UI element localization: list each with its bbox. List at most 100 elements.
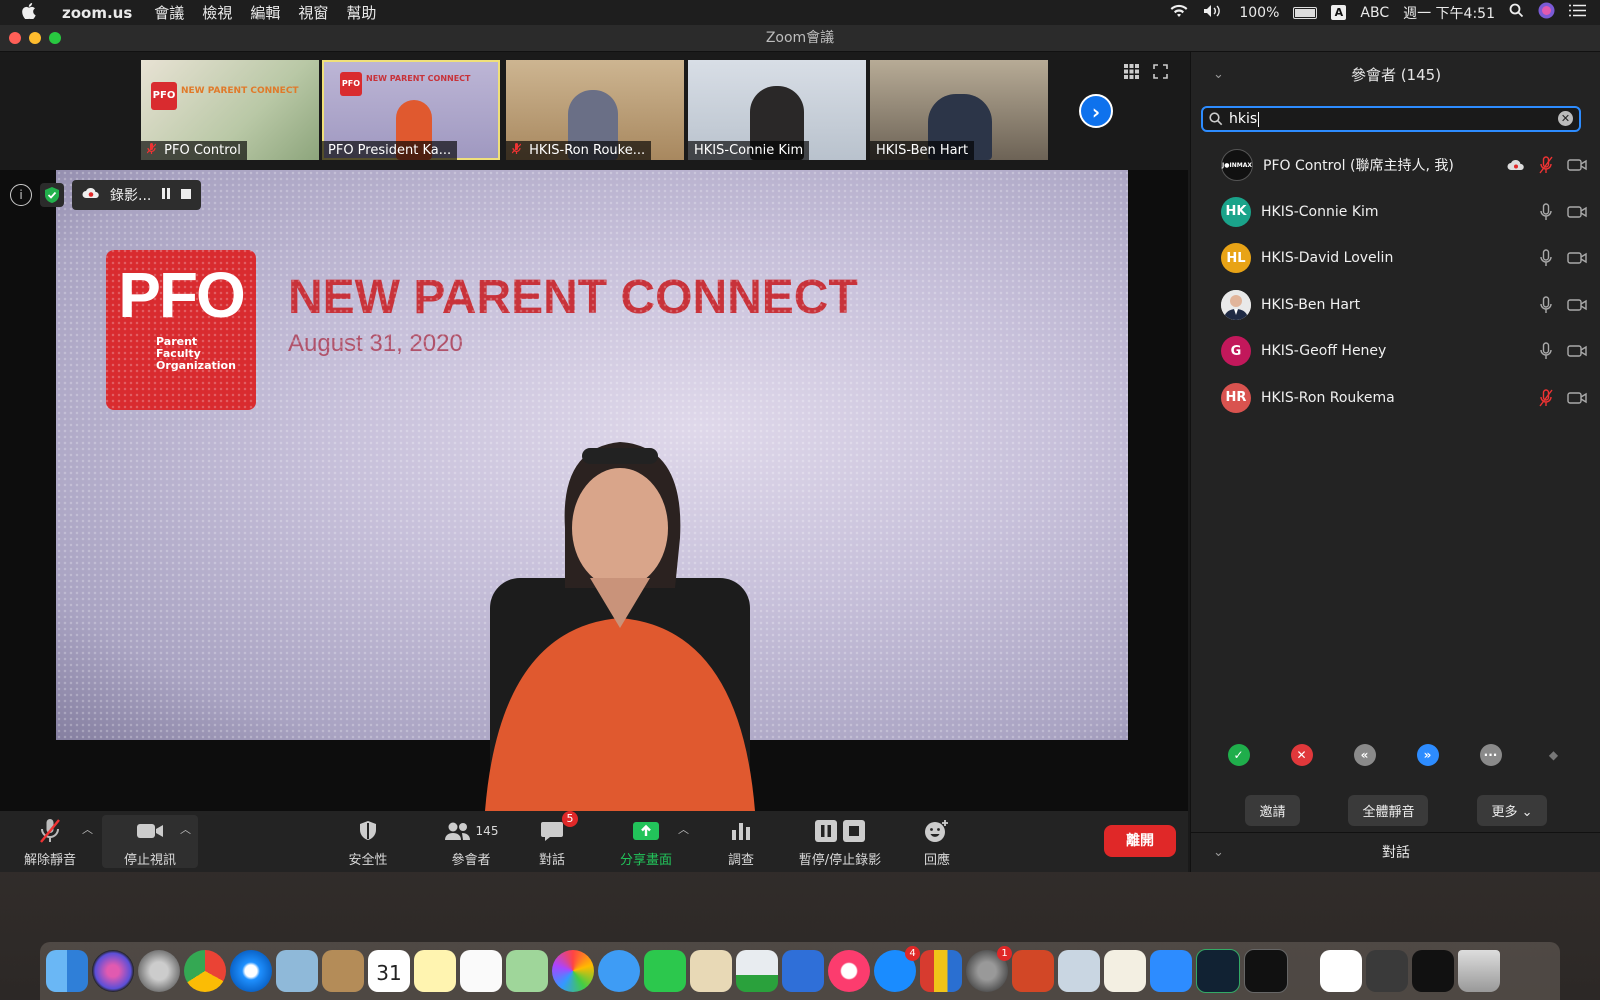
menu-view[interactable]: 檢視 [202, 2, 232, 23]
security-button[interactable]: 安全性 [340, 815, 396, 868]
participant-row[interactable]: J●INMAX PFO Control (聯席主持人, 我) [1191, 142, 1600, 189]
powerpoint-icon[interactable] [1012, 950, 1054, 992]
input-source-icon[interactable]: A [1331, 5, 1347, 20]
pause-stop-recording-button[interactable]: 暫停/停止錄影 [796, 815, 884, 868]
battery-icon[interactable] [1293, 6, 1318, 19]
thumbnail-pfo-president[interactable]: PFO NEW PARENT CONNECT PFO President Ka.… [322, 60, 500, 160]
clear-feedback-eraser-icon[interactable]: ◆ [1543, 744, 1565, 766]
spotlight-icon[interactable] [1509, 3, 1524, 22]
leave-meeting-button[interactable]: 離開 [1104, 825, 1176, 857]
more-button[interactable]: 更多 ⌄ [1477, 794, 1547, 826]
trash-icon[interactable] [1458, 950, 1500, 992]
menu-app-name[interactable]: zoom.us [62, 4, 132, 22]
input-source-label[interactable]: ABC [1360, 5, 1389, 21]
preview-icon[interactable] [1058, 950, 1100, 992]
wifi-icon[interactable] [1169, 4, 1189, 22]
video-options-chevron-icon[interactable]: ︿ [180, 821, 191, 837]
contacts-book-icon[interactable] [322, 950, 364, 992]
participant-search-input[interactable]: hkis ✕ [1201, 106, 1581, 132]
photos-flower-icon[interactable] [552, 950, 594, 992]
maps-icon[interactable] [506, 950, 548, 992]
chat-panel-header[interactable]: ⌄ 對話 [1191, 832, 1600, 873]
stack-folder-icon[interactable] [1366, 950, 1408, 992]
app-store-icon[interactable]: 4 [874, 946, 920, 992]
participant-row[interactable]: HKIS-Ben Hart [1191, 282, 1600, 329]
zoom-window-button[interactable] [49, 32, 61, 44]
pause-recording-icon[interactable] [161, 187, 171, 203]
video-camera-icon [1567, 159, 1587, 171]
finder-icon[interactable] [46, 950, 88, 992]
thumbnail-pfo-control[interactable]: PFO NEW PARENT CONNECT PFO Control [141, 60, 319, 160]
participant-row[interactable]: HR HKIS-Ron Roukema [1191, 375, 1600, 422]
participants-button[interactable]: 145 參會者 [436, 815, 506, 868]
reactions-button[interactable]: 回應 [922, 815, 952, 868]
menu-help[interactable]: 幫助 [346, 2, 376, 23]
calendar-icon[interactable]: 31 [368, 950, 410, 992]
stop-recording-icon[interactable] [181, 187, 192, 203]
textedit-icon[interactable] [690, 950, 732, 992]
numbers-chart-icon[interactable] [736, 950, 778, 992]
go-faster-icon[interactable]: » [1416, 744, 1439, 766]
recording-indicator: 錄影... [72, 180, 202, 210]
shield-icon [360, 821, 376, 840]
thumbnail-ben-hart[interactable]: HKIS-Ben Hart [870, 60, 1048, 160]
apple-menu-icon[interactable] [22, 2, 48, 23]
chrome-icon[interactable] [184, 950, 226, 992]
messages-bubble-icon[interactable] [598, 950, 640, 992]
share-screen-button[interactable]: 分享畫面 [618, 815, 674, 868]
launchpad-rocket-icon[interactable] [138, 950, 180, 992]
terminal-icon[interactable] [1244, 949, 1288, 993]
siri-icon[interactable] [92, 950, 134, 992]
thumbnail-connie-kim[interactable]: HKIS-Connie Kim [688, 60, 866, 160]
menu-edit[interactable]: 編輯 [250, 2, 280, 23]
fullscreen-icon[interactable] [1153, 64, 1168, 83]
minimize-window-button[interactable] [29, 32, 41, 44]
next-page-button[interactable]: › [1079, 94, 1113, 128]
document-icon[interactable] [1104, 950, 1146, 992]
clear-search-icon[interactable]: ✕ [1558, 111, 1573, 126]
thumbnail-ron-roukema[interactable]: HKIS-Ron Rouke... [506, 60, 684, 160]
go-slower-icon[interactable]: « [1353, 744, 1376, 766]
notification-center-icon[interactable] [1569, 4, 1586, 21]
participant-row[interactable]: G HKIS-Geoff Heney [1191, 328, 1600, 375]
more-feedback-icon[interactable]: ··· [1479, 744, 1502, 766]
joinmax-file-icon[interactable] [1412, 950, 1454, 992]
facetime-video-icon[interactable] [644, 950, 686, 992]
joinmax-pdf-icon[interactable] [1320, 950, 1362, 992]
system-preferences-gear-icon[interactable]: 1 [966, 946, 1012, 992]
collapse-chevron-icon[interactable]: ⌄ [1213, 833, 1224, 873]
pvp-app-icon[interactable] [920, 950, 962, 992]
zoom-app-icon[interactable] [1150, 950, 1192, 992]
volume-icon[interactable] [1203, 4, 1225, 22]
close-window-button[interactable] [9, 32, 21, 44]
video-camera-icon [1567, 345, 1587, 357]
menu-window[interactable]: 視窗 [298, 2, 328, 23]
participant-row[interactable]: HL HKIS-David Lovelin [1191, 235, 1600, 282]
collapse-chevron-icon[interactable]: ⌄ [1213, 52, 1224, 98]
thumbnail-name: HKIS-Ben Hart [870, 141, 975, 160]
unmute-button[interactable]: 解除靜音 [22, 815, 78, 868]
mail-eagle-icon[interactable] [276, 950, 318, 992]
audio-options-chevron-icon[interactable]: ︿ [82, 821, 93, 837]
mute-all-button[interactable]: 全體靜音 [1348, 794, 1429, 826]
reminders-icon[interactable] [460, 950, 502, 992]
polls-button[interactable]: 調查 [726, 815, 756, 868]
yes-check-icon[interactable]: ✓ [1227, 744, 1250, 766]
chat-button[interactable]: 5 對話 [534, 811, 578, 868]
music-note-icon[interactable] [828, 950, 870, 992]
activity-monitor-icon[interactable] [1196, 949, 1240, 993]
no-x-icon[interactable]: ✕ [1290, 744, 1313, 766]
keynote-podium-icon[interactable] [782, 950, 824, 992]
safari-compass-icon[interactable] [230, 950, 272, 992]
menu-meeting[interactable]: 會議 [154, 2, 184, 23]
siri-icon[interactable] [1538, 2, 1555, 23]
clock[interactable]: 週一 下午4:51 [1403, 3, 1495, 23]
gallery-view-icon[interactable] [1124, 64, 1139, 83]
invite-button[interactable]: 邀請 [1245, 794, 1300, 826]
share-options-chevron-icon[interactable]: ︿ [678, 821, 689, 837]
meeting-info-icon[interactable]: i [10, 184, 32, 206]
encryption-shield-icon[interactable] [40, 183, 64, 207]
participant-row[interactable]: HK HKIS-Connie Kim [1191, 189, 1600, 236]
chevron-down-icon: ⌄ [1521, 804, 1533, 820]
notes-icon[interactable] [414, 950, 456, 992]
